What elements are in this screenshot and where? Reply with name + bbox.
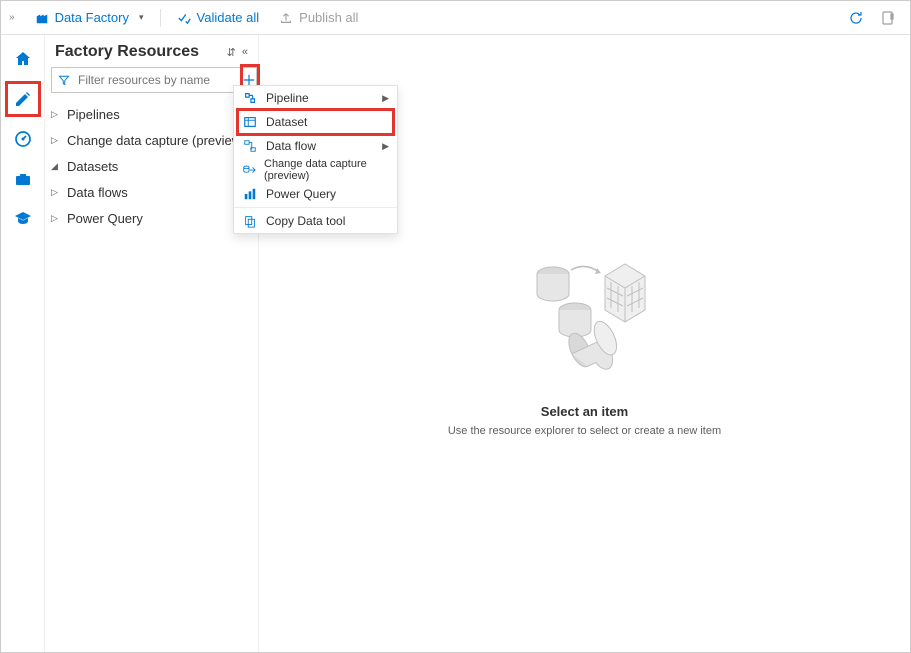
menu-item-dataflow[interactable]: Data flow ▶ xyxy=(234,134,397,158)
nav-home[interactable] xyxy=(1,39,45,79)
upload-icon xyxy=(279,11,293,25)
filter-input-wrapper[interactable] xyxy=(51,67,242,93)
app-switcher[interactable]: Data Factory ▾ xyxy=(27,6,152,29)
pipeline-icon xyxy=(242,91,258,105)
validate-label: Validate all xyxy=(197,10,260,25)
menu-item-label: Pipeline xyxy=(266,91,309,105)
factory-resources-panel: Factory Resources ⇵ « ▷ P xyxy=(45,35,259,652)
filter-row xyxy=(51,67,252,93)
resource-tree: ▷ Pipelines ▷ Change data capture (previ… xyxy=(45,99,258,233)
chevron-right-icon: ▷ xyxy=(51,187,61,198)
check-icon xyxy=(177,11,191,25)
refresh-button[interactable] xyxy=(842,4,870,32)
pencil-icon xyxy=(13,89,33,109)
filter-icon xyxy=(58,74,70,86)
copydata-icon xyxy=(242,214,258,228)
tree-item-label: Change data capture (preview) xyxy=(67,133,246,148)
chevron-right-icon: ▶ xyxy=(382,93,389,104)
empty-state-title: Select an item xyxy=(541,404,628,419)
menu-separator xyxy=(234,207,397,208)
app-name-label: Data Factory xyxy=(55,10,129,25)
left-nav-rail xyxy=(1,35,45,652)
pin-icon[interactable]: ⇵ xyxy=(227,46,236,59)
empty-state-subtitle: Use the resource explorer to select or c… xyxy=(448,425,721,437)
tree-item-powerquery[interactable]: ▷ Power Query xyxy=(45,205,258,231)
nav-monitor[interactable] xyxy=(1,119,45,159)
menu-item-label: Power Query xyxy=(266,187,336,201)
add-resource-menu: Pipeline ▶ Dataset Data flow ▶ Change da… xyxy=(233,85,398,234)
menu-item-label: Data flow xyxy=(266,139,316,153)
tree-item-label: Datasets xyxy=(67,159,118,174)
filter-input[interactable] xyxy=(76,72,235,88)
menu-item-powerquery[interactable]: Power Query xyxy=(234,182,397,206)
publish-label: Publish all xyxy=(299,10,358,25)
cdc-icon xyxy=(242,163,256,177)
home-icon xyxy=(13,49,33,69)
expand-toggle-icon[interactable]: » xyxy=(9,12,15,23)
nav-manage[interactable] xyxy=(1,159,45,199)
divider xyxy=(160,9,161,27)
graduation-icon xyxy=(13,209,33,229)
chevron-right-icon: ▷ xyxy=(51,135,61,146)
gauge-icon xyxy=(13,129,33,149)
nav-author[interactable] xyxy=(1,79,45,119)
validate-all-button[interactable]: Validate all xyxy=(169,6,268,29)
refresh-icon xyxy=(848,10,864,26)
chevron-right-icon: ▷ xyxy=(51,109,61,120)
panel-title: Factory Resources xyxy=(55,43,199,61)
menu-item-copydata[interactable]: Copy Data tool xyxy=(234,209,397,233)
panel-header: Factory Resources ⇵ « xyxy=(45,35,258,67)
chevron-right-icon: ▷ xyxy=(51,213,61,224)
chevron-right-icon: ▶ xyxy=(382,141,389,152)
tree-item-label: Power Query xyxy=(67,211,143,226)
chevron-down-icon: ▾ xyxy=(139,12,144,23)
menu-item-cdc[interactable]: Change data capture (preview) xyxy=(234,158,397,182)
topbar: » Data Factory ▾ Validate all Publish al… xyxy=(1,1,910,35)
notebook-icon xyxy=(880,10,896,26)
menu-item-label: Copy Data tool xyxy=(266,214,345,228)
menu-item-dataset[interactable]: Dataset xyxy=(234,110,397,134)
menu-item-label: Change data capture (preview) xyxy=(264,158,389,182)
tree-item-label: Pipelines xyxy=(67,107,120,122)
tree-item-dataflows[interactable]: ▷ Data flows xyxy=(45,179,258,205)
factory-icon xyxy=(35,11,49,25)
tree-item-pipelines[interactable]: ▷ Pipelines xyxy=(45,101,258,127)
app-window: » Data Factory ▾ Validate all Publish al… xyxy=(0,0,911,653)
dataflow-icon xyxy=(242,139,258,153)
toolbox-icon xyxy=(13,169,33,189)
powerquery-icon xyxy=(242,187,258,201)
dataset-icon xyxy=(242,115,258,129)
feedback-button[interactable] xyxy=(874,4,902,32)
publish-all-button[interactable]: Publish all xyxy=(271,6,366,29)
tree-item-label: Data flows xyxy=(67,185,128,200)
tree-item-cdc[interactable]: ▷ Change data capture (preview) xyxy=(45,127,258,153)
empty-state-illustration xyxy=(505,250,665,390)
menu-item-label: Dataset xyxy=(266,115,307,129)
collapse-panel-icon[interactable]: « xyxy=(242,46,248,59)
nav-learn[interactable] xyxy=(1,199,45,239)
chevron-down-icon: ◢ xyxy=(51,161,61,172)
menu-item-pipeline[interactable]: Pipeline ▶ xyxy=(234,86,397,110)
tree-item-datasets[interactable]: ◢ Datasets xyxy=(45,153,258,179)
body: Factory Resources ⇵ « ▷ P xyxy=(1,35,910,652)
